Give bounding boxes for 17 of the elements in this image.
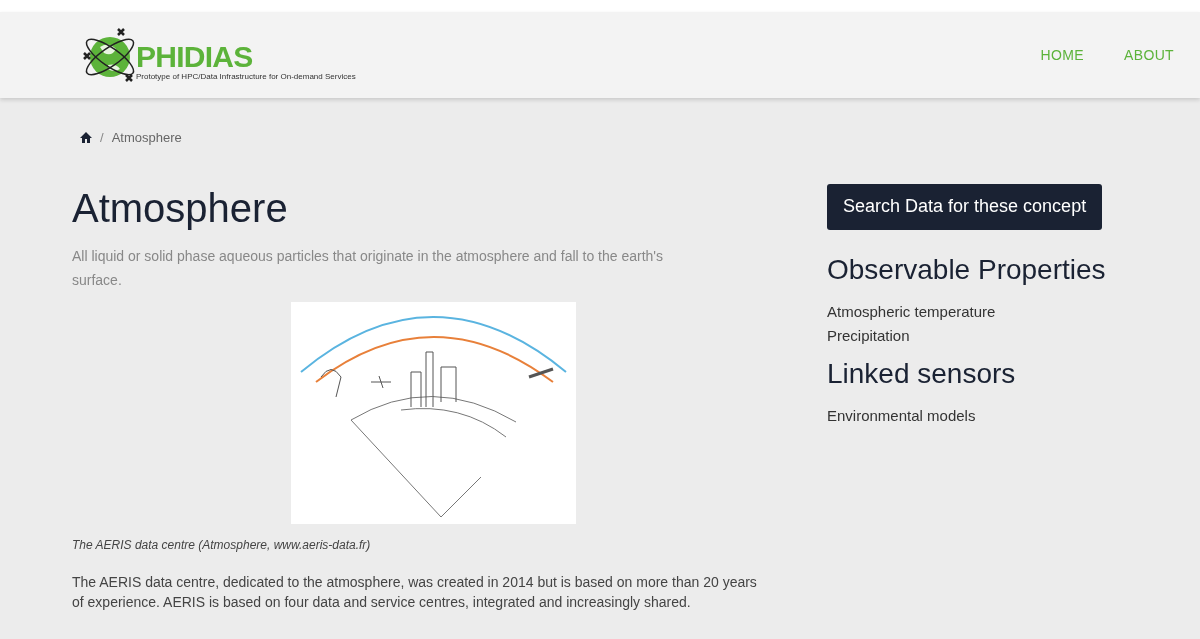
nav-link[interactable]: HOME (1040, 44, 1084, 66)
home-icon[interactable] (80, 132, 92, 144)
logo-tagline: Prototype of HPC/Data Infrastructure for On-demand Services (136, 72, 356, 81)
body-text: The AERIS data centre, dedicated to the atmosphere, was created in 2014 but is based on more than 20 years of experience. AERIS is based on four data and service centres, integrated and increasingly shared. (72, 572, 758, 612)
search-data-button[interactable]: Search Data for these concept (827, 183, 1103, 230)
breadcrumb-current: Atmosphere (111, 129, 182, 147)
nav-link[interactable]: ABOUT (1124, 44, 1174, 66)
section-heading: Linked sensors (827, 356, 1017, 391)
section-item: Precipitation (827, 325, 911, 346)
description-text: All liquid or solid phase aqueous particles that originate in the atmosphere and fall to the earth's surface. (72, 246, 665, 290)
logo-wordmark: PHIDIAS (136, 42, 254, 72)
section-item: Environmental models (827, 405, 977, 426)
section-heading: Observable Properties (827, 252, 1106, 287)
section-item: Atmospheric temperature (827, 301, 997, 322)
figure-caption: The AERIS data centre (Atmosphere, www.aeris-data.fr) (72, 536, 372, 554)
page-title: Atmosphere (72, 184, 289, 232)
breadcrumb-separator: / (100, 129, 104, 147)
